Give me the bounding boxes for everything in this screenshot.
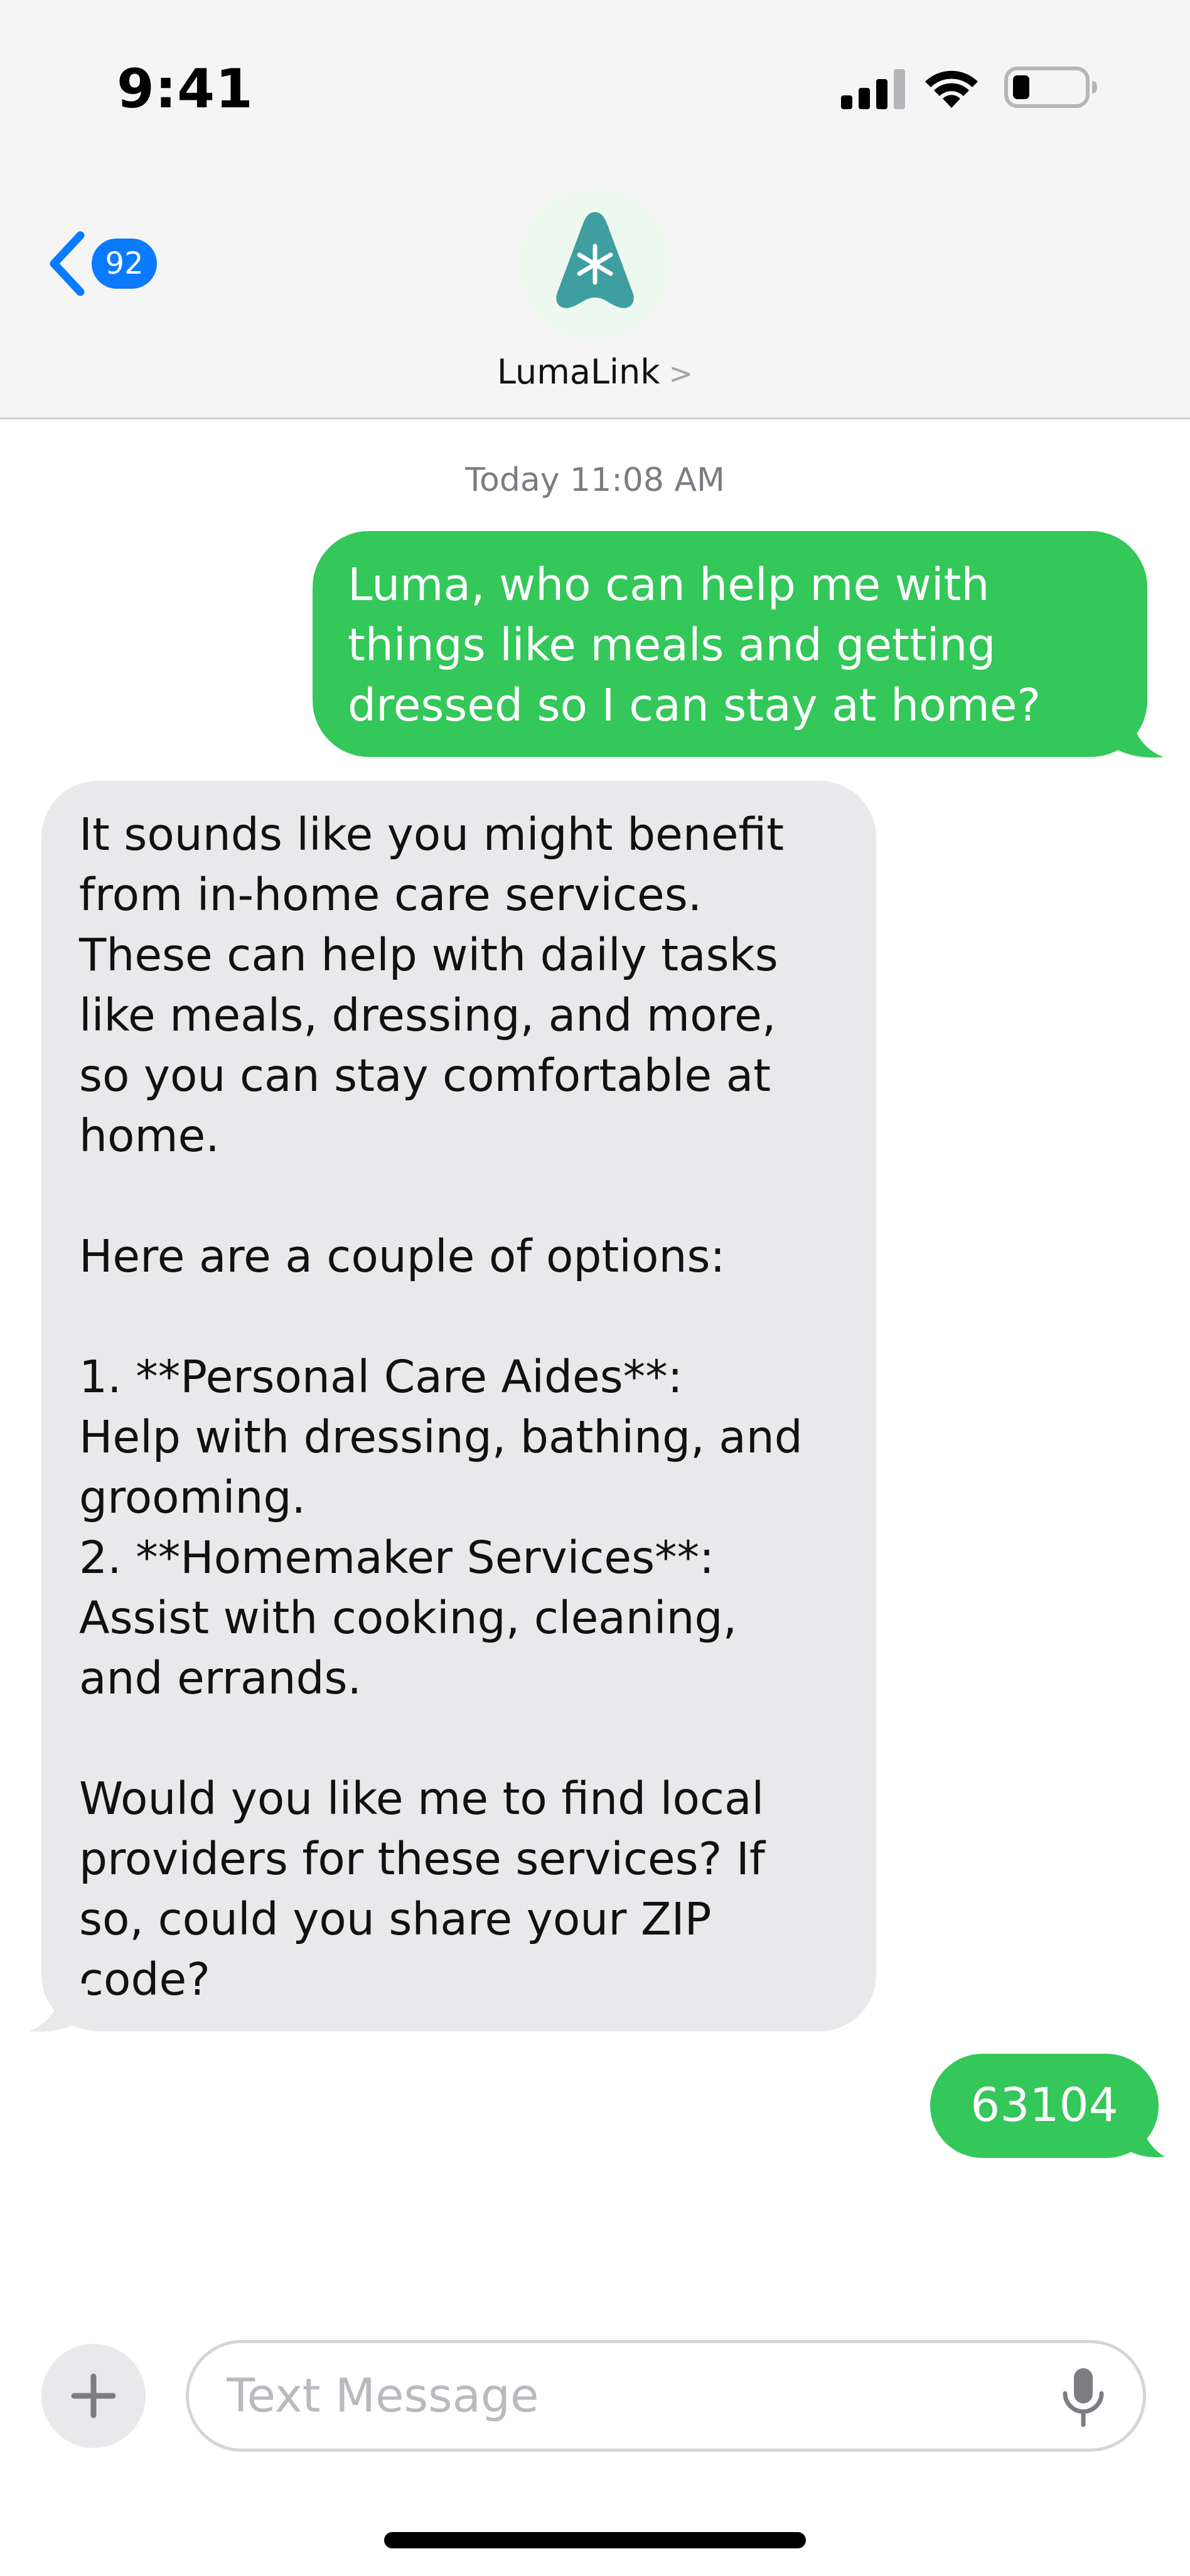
luma-logo-icon: [556, 212, 634, 308]
cellular-signal-icon: [841, 69, 905, 109]
contact-name-row: LumaLink >: [469, 350, 721, 395]
unread-count-badge: 92: [92, 239, 157, 289]
message-input-container: [186, 2340, 1146, 2452]
incoming-message-bubble[interactable]: It sounds like you might benefit from in…: [41, 781, 876, 2031]
wifi-icon: [925, 70, 978, 108]
outgoing-message-bubble[interactable]: Luma, who can help me with things like m…: [313, 531, 1147, 757]
chevron-right-icon: >: [668, 357, 694, 390]
home-indicator[interactable]: [384, 2532, 806, 2548]
microphone-icon[interactable]: [1055, 2366, 1112, 2428]
contact-name: LumaLink: [496, 352, 660, 392]
plus-icon: [71, 2373, 116, 2418]
chevron-left-icon: [50, 231, 85, 296]
contact-avatar: [520, 188, 670, 339]
bubble-tail: [1117, 2112, 1165, 2157]
add-attachment-button[interactable]: [41, 2344, 146, 2448]
back-button[interactable]: 92: [45, 226, 171, 301]
contact-info-button[interactable]: LumaLink >: [469, 182, 721, 408]
bubble-tail: [1105, 709, 1164, 758]
message-timestamp: Today 11:08 AM: [465, 461, 725, 499]
conversation-header: 9:41 92 LumaLink >: [0, 0, 1190, 419]
bubble-tail: [29, 1983, 88, 2032]
battery-icon: [1004, 67, 1097, 108]
message-input[interactable]: [227, 2361, 1030, 2431]
status-bar-time: 9:41: [117, 58, 254, 121]
